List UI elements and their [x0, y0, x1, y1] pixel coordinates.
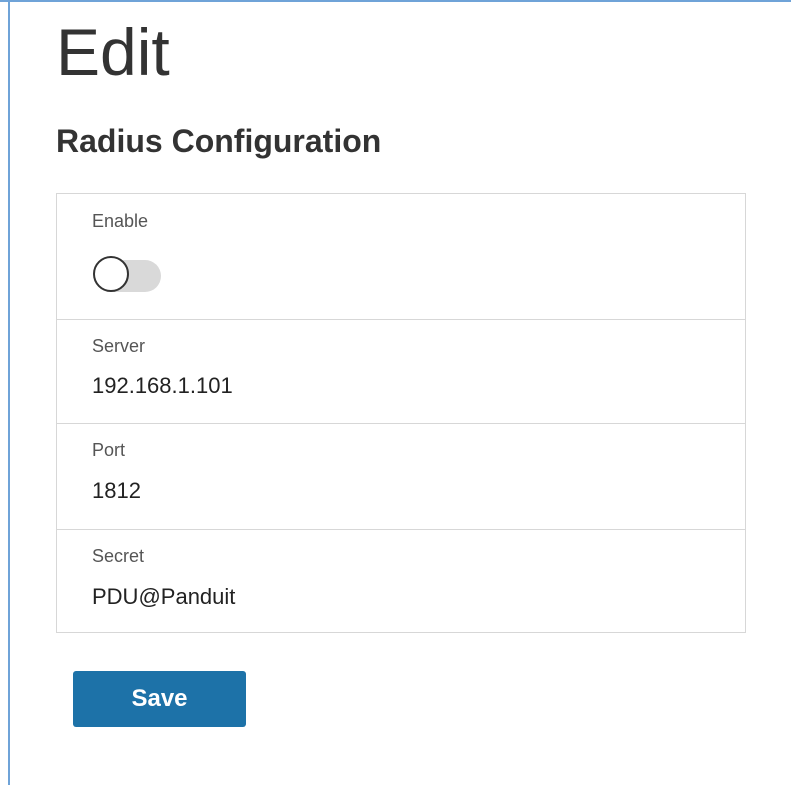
form-row-secret: Secret PDU@Panduit: [57, 530, 745, 632]
enable-label: Enable: [92, 211, 149, 231]
port-label: Port: [92, 440, 126, 460]
save-button[interactable]: Save: [73, 671, 246, 727]
page-title: Edit: [56, 15, 170, 89]
window-frame-top: [0, 0, 791, 2]
form-row-port: Port 1812: [57, 424, 745, 530]
window-frame-left: [8, 0, 10, 785]
toggle-knob: [93, 256, 129, 292]
form-row-enable: Enable: [57, 194, 745, 320]
radius-config-form: Enable Server 192.168.1.101 Port 1812 Se…: [56, 193, 746, 633]
secret-value[interactable]: PDU@Panduit: [92, 584, 235, 610]
section-title: Radius Configuration: [56, 123, 382, 159]
server-label: Server: [92, 336, 146, 356]
server-value[interactable]: 192.168.1.101: [92, 373, 233, 399]
form-row-server: Server 192.168.1.101: [57, 320, 745, 424]
port-value[interactable]: 1812: [92, 478, 141, 504]
enable-toggle[interactable]: [93, 256, 162, 292]
secret-label: Secret: [92, 546, 145, 566]
